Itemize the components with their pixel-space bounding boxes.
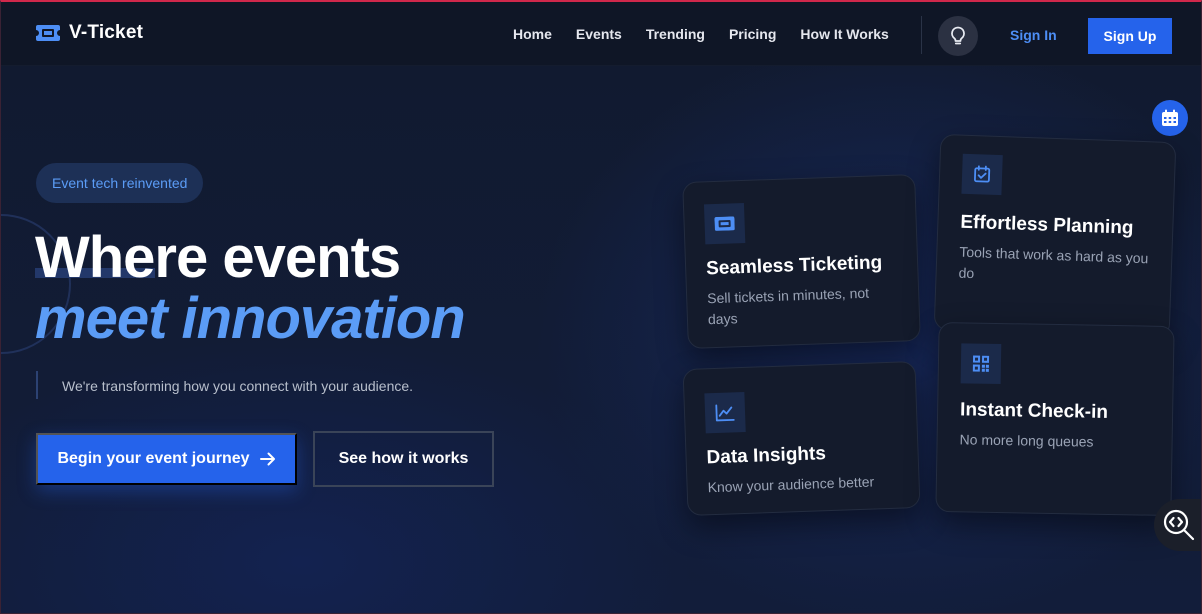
sign-up-button[interactable]: Sign Up xyxy=(1088,18,1172,54)
feature-icon-box xyxy=(960,343,1002,385)
nav-link-trending[interactable]: Trending xyxy=(646,26,705,42)
hero-headline-line1: Where events xyxy=(35,225,401,290)
calendar-check-icon xyxy=(974,165,991,183)
hero-headline-line2: meet innovation xyxy=(35,286,466,351)
brand-name: V-Ticket xyxy=(69,22,144,43)
feature-description: Know your audience better xyxy=(707,473,875,496)
feature-title: Data Insights xyxy=(706,443,827,469)
hero-subtitle: We're transforming how you connect with … xyxy=(62,378,414,394)
arrow-right-icon xyxy=(259,452,275,466)
feature-description: Tools that work as hard as you do xyxy=(958,243,1149,282)
calendar-icon xyxy=(1162,109,1178,126)
ticket-icon xyxy=(35,25,61,41)
sign-in-link[interactable]: Sign In xyxy=(1010,27,1057,43)
feature-icon-box xyxy=(961,153,1003,196)
code-search-icon xyxy=(1163,509,1195,541)
calendar-fab-button[interactable] xyxy=(1152,100,1188,136)
feature-description: No more long queues xyxy=(959,431,1094,450)
nav-link-pricing[interactable]: Pricing xyxy=(729,26,776,42)
feature-icon-box xyxy=(704,391,746,434)
nav-links: Home Events Trending Pricing How It Work… xyxy=(513,26,913,42)
nav-divider xyxy=(921,16,922,54)
nav-link-how-it-works[interactable]: How It Works xyxy=(800,26,888,42)
page: V-Ticket Home Events Trending Pricing Ho… xyxy=(0,0,1202,614)
feature-title: Seamless Ticketing xyxy=(705,252,883,280)
chart-line-icon xyxy=(715,404,735,422)
begin-journey-button[interactable]: Begin your event journey xyxy=(36,433,297,485)
feature-icon-box xyxy=(703,202,746,245)
see-how-it-works-button[interactable]: See how it works xyxy=(313,431,494,487)
feature-card-checkin[interactable]: Instant Check-in No more long queues xyxy=(935,321,1175,517)
hero-badge: Event tech reinvented xyxy=(36,163,204,203)
theme-toggle-button[interactable] xyxy=(938,16,978,56)
inspector-toggle-button[interactable] xyxy=(1154,499,1201,551)
feature-card-insights[interactable]: Data Insights Know your audience better xyxy=(682,360,921,517)
subtitle-accent-line xyxy=(36,371,38,399)
feature-title: Instant Check-in xyxy=(959,399,1109,423)
qr-code-icon xyxy=(972,355,990,372)
lightbulb-icon xyxy=(951,26,965,45)
nav-link-events[interactable]: Events xyxy=(576,26,622,42)
nav-link-home[interactable]: Home xyxy=(513,26,552,42)
feature-card-planning[interactable]: Effortless Planning Tools that work as h… xyxy=(933,133,1177,339)
ticket-icon xyxy=(714,216,735,231)
begin-journey-label: Begin your event journey xyxy=(57,450,250,467)
feature-title: Effortless Planning xyxy=(960,211,1134,239)
brand-logo[interactable]: V-Ticket xyxy=(35,22,143,44)
top-navbar: V-Ticket Home Events Trending Pricing Ho… xyxy=(1,2,1201,66)
feature-card-ticketing[interactable]: Seamless Ticketing Sell tickets in minut… xyxy=(682,173,921,350)
feature-description: Sell tickets in minutes, not days xyxy=(706,284,870,328)
